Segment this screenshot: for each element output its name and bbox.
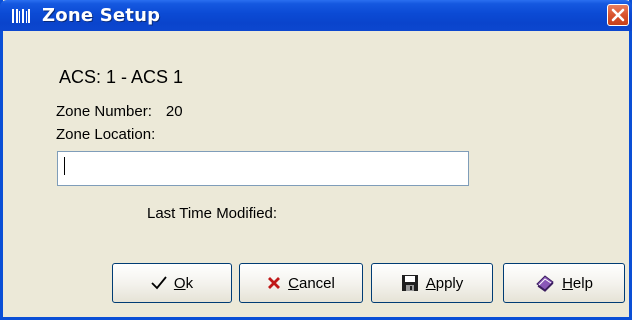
help-button[interactable]: Help — [503, 263, 625, 303]
cancel-button[interactable]: Cancel — [239, 263, 363, 303]
zone-number-value: 20 — [165, 103, 183, 120]
close-button[interactable] — [607, 4, 629, 26]
acs-label: ACS: 1 - ACS 1 — [59, 67, 184, 87]
apply-button[interactable]: Apply — [371, 263, 493, 303]
app-icon — [12, 8, 32, 24]
zone-setup-dialog: Zone Setup ACS: 1 - ACS 1 Zone Number: 20… — [0, 0, 632, 320]
help-label: Help — [562, 274, 593, 292]
help-book-icon — [535, 274, 555, 292]
zone-number-row: Zone Number: 20 — [56, 103, 183, 120]
ok-button[interactable]: Ok — [112, 263, 232, 303]
ok-label: Ok — [173, 274, 194, 292]
text-caret — [64, 157, 65, 175]
close-icon — [611, 8, 625, 22]
zone-location-label: Zone Location: — [56, 126, 156, 143]
floppy-disk-icon — [401, 274, 419, 292]
apply-label: Apply — [425, 274, 464, 292]
title-bar[interactable]: Zone Setup — [0, 0, 632, 31]
x-icon — [267, 276, 281, 290]
checkmark-icon — [151, 276, 167, 290]
cancel-label: Cancel — [288, 274, 335, 292]
zone-location-input[interactable] — [57, 151, 469, 186]
last-modified-label: Last Time Modified: — [147, 205, 278, 222]
zone-number-label: Zone Number: — [56, 103, 152, 120]
window-title: Zone Setup — [42, 5, 161, 26]
